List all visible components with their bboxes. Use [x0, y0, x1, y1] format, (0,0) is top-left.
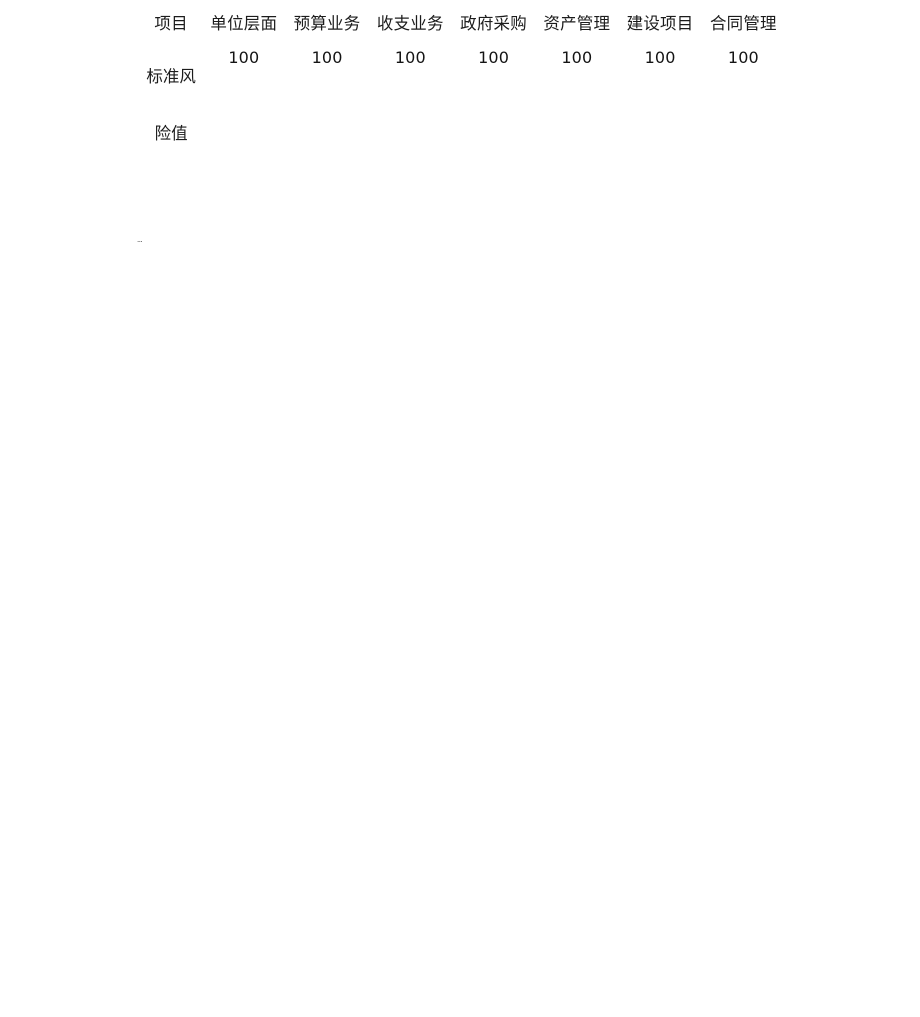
cell-government-procurement-value: 100	[478, 48, 509, 67]
column-header-construction-project: 建设项目	[626, 14, 694, 33]
cell-budget-business-value: 100	[311, 48, 343, 67]
cell-revenue-expenditure-business-value: 100	[394, 48, 426, 67]
document-page: 项目 单位层面 预算业务 收支业务 政府采购 资产管理 建设项目 合同管理 标准…	[0, 0, 920, 1017]
cell-construction-project-value: 100	[644, 48, 676, 67]
column-header-asset-management: 资产管理	[543, 14, 611, 33]
column-header-budget-business: 预算业务	[293, 14, 361, 33]
stray-ellipsis-artifact: ···	[137, 241, 146, 244]
risk-standard-table: 项目 单位层面 预算业务 收支业务 政府采购 资产管理 建设项目 合同管理 标准…	[140, 0, 785, 162]
cell-contract-management-value: 100	[727, 48, 759, 67]
row-label-standard-risk-value: 标准风险值	[146, 67, 196, 143]
column-header-government-procurement: 政府采购	[460, 14, 527, 33]
table-row: 标准风险值 100 100 100 100 100 100 100	[140, 48, 785, 162]
column-header-unit-level: 单位层面	[210, 14, 278, 33]
column-header-revenue-expenditure-business: 收支业务	[376, 14, 444, 33]
cell-asset-management-value: 100	[561, 48, 593, 67]
cell-unit-level-value: 100	[228, 48, 260, 67]
column-header-item: 项目	[154, 14, 188, 33]
table-header-row: 项目 单位层面 预算业务 收支业务 政府采购 资产管理 建设项目 合同管理	[140, 0, 785, 48]
column-header-contract-management: 合同管理	[709, 14, 777, 33]
blank-page-area	[0, 270, 920, 1017]
